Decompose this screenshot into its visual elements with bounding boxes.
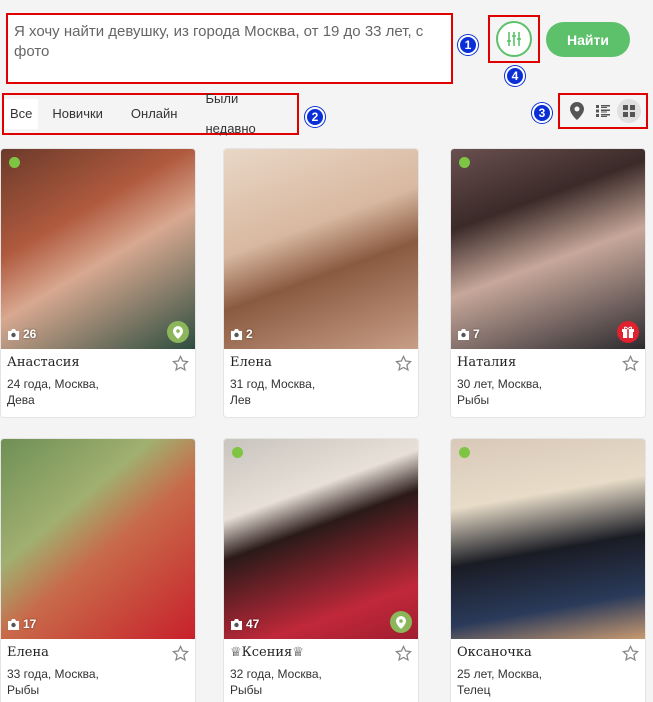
photo-count: 7 xyxy=(457,327,480,341)
profile-photo[interactable] xyxy=(451,439,645,639)
badge-4: 4 xyxy=(505,66,525,86)
profile-photo[interactable]: 17 xyxy=(1,439,195,639)
favorite-star-icon[interactable] xyxy=(172,645,189,662)
profile-age-city: 24 года, Москва, xyxy=(7,377,99,391)
profile-age-city: 30 лет, Москва, xyxy=(457,377,543,391)
search-query-text: Я хочу найти девушку, из города Москва, … xyxy=(14,23,424,60)
profile-photo[interactable]: 47 xyxy=(224,439,418,639)
profile-photo[interactable]: 2 xyxy=(224,149,418,349)
favorite-star-icon[interactable] xyxy=(622,355,639,372)
sliders-icon xyxy=(507,32,521,46)
tab-new[interactable]: Новички xyxy=(38,99,117,129)
online-indicator xyxy=(232,447,243,458)
profile-name[interactable]: Елена xyxy=(230,355,412,370)
favorite-star-icon[interactable] xyxy=(395,355,412,372)
profile-name[interactable]: ♕Ксения♕ xyxy=(230,645,412,660)
profile-zodiac: Телец xyxy=(457,683,491,697)
profile-age-city: 32 года, Москва, xyxy=(230,667,322,681)
grid-view-button[interactable] xyxy=(617,99,641,123)
favorite-star-icon[interactable] xyxy=(395,645,412,662)
profile-card[interactable]: 2 Елена 31 год, Москва, Лев xyxy=(223,148,419,418)
profile-name[interactable]: Оксаночка xyxy=(457,645,639,660)
profile-zodiac: Рыбы xyxy=(230,683,263,697)
photo-count-value: 47 xyxy=(246,617,260,631)
filter-button[interactable] xyxy=(496,21,532,57)
tab-recent[interactable]: Были недавно xyxy=(191,84,297,144)
list-icon xyxy=(596,105,610,117)
location-icon[interactable] xyxy=(167,321,189,343)
profile-age-city: 25 лет, Москва, xyxy=(457,667,543,681)
photo-count-value: 17 xyxy=(23,617,37,631)
profile-name[interactable]: Анастасия xyxy=(7,355,189,370)
tab-online[interactable]: Онлайн xyxy=(117,99,192,129)
profile-card[interactable]: 47 ♕Ксения♕ 32 года, Москва, Рыбы xyxy=(223,438,419,702)
badge-1: 1 xyxy=(458,35,478,55)
photo-count: 17 xyxy=(7,617,36,631)
find-button[interactable]: Найти xyxy=(546,22,630,57)
location-icon[interactable] xyxy=(390,611,412,633)
photo-count: 2 xyxy=(230,327,253,341)
profile-zodiac: Рыбы xyxy=(7,683,40,697)
camera-icon xyxy=(458,328,469,340)
profile-name[interactable]: Наталия xyxy=(457,355,639,370)
profile-photo[interactable]: 26 xyxy=(1,149,195,349)
photo-count: 47 xyxy=(230,617,259,631)
photo-count-value: 26 xyxy=(23,327,37,341)
badge-2: 2 xyxy=(305,107,325,127)
photo-count-value: 7 xyxy=(473,327,480,341)
profile-zodiac: Дева xyxy=(7,393,35,407)
profile-card[interactable]: 7 Наталия 30 лет, Москва, Рыбы xyxy=(450,148,646,418)
badge-3: 3 xyxy=(532,103,552,123)
profile-card[interactable]: Оксаночка 25 лет, Москва, Телец xyxy=(450,438,646,702)
profile-zodiac: Рыбы xyxy=(457,393,490,407)
map-pin-icon xyxy=(570,102,584,120)
filter-button-highlight xyxy=(488,15,540,63)
profile-card[interactable]: 17 Елена 33 года, Москва, Рыбы xyxy=(0,438,196,702)
photo-count: 26 xyxy=(7,327,36,341)
favorite-star-icon[interactable] xyxy=(622,645,639,662)
grid-icon xyxy=(623,105,635,117)
online-indicator xyxy=(459,157,470,168)
filter-tabs: Все Новички Онлайн Были недавно xyxy=(2,91,299,136)
camera-icon xyxy=(231,618,242,630)
photo-count-value: 2 xyxy=(246,327,253,341)
camera-icon xyxy=(8,328,19,340)
map-view-button[interactable] xyxy=(565,99,589,123)
view-mode-switch xyxy=(558,93,648,129)
profile-photo[interactable]: 7 xyxy=(451,149,645,349)
camera-icon xyxy=(231,328,242,340)
search-input[interactable]: Я хочу найти девушку, из города Москва, … xyxy=(6,13,453,84)
profile-zodiac: Лев xyxy=(230,393,251,407)
online-indicator xyxy=(9,157,20,168)
profile-card[interactable]: 26 Анастасия 24 года, Москва, Дева xyxy=(0,148,196,418)
camera-icon xyxy=(8,618,19,630)
profile-age-city: 31 год, Москва, xyxy=(230,377,316,391)
tab-all[interactable]: Все xyxy=(4,99,39,129)
favorite-star-icon[interactable] xyxy=(172,355,189,372)
online-indicator xyxy=(459,447,470,458)
profile-age-city: 33 года, Москва, xyxy=(7,667,99,681)
list-view-button[interactable] xyxy=(591,99,615,123)
profile-name[interactable]: Елена xyxy=(7,645,189,660)
gift-icon[interactable] xyxy=(617,321,639,343)
